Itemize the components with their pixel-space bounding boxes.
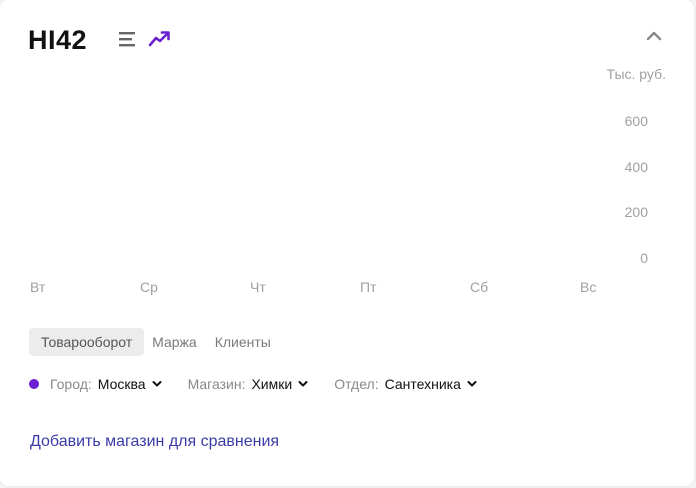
department-filter-value: Сантехника xyxy=(384,376,461,392)
logo: HI42 xyxy=(28,25,88,55)
sales-card: HI42 Тыс. руб. 600 400 200 0 Вт Ср Чт Пт Сб Вс Т… xyxy=(0,0,694,486)
tab-turnover[interactable]: Товарооборот xyxy=(29,328,145,356)
filters-row: Город: Москва Магазин: Химки Отдел: Сант… xyxy=(29,376,503,392)
list-icon[interactable] xyxy=(117,29,139,49)
add-store-comparison-link[interactable]: Добавить магазин для сравнения xyxy=(30,433,279,451)
chevron-up-icon[interactable] xyxy=(644,27,664,43)
store-filter-label: Магазин: xyxy=(187,376,246,392)
trend-icon[interactable] xyxy=(148,29,172,49)
x-tick-label: Сб xyxy=(470,279,489,295)
y-axis-unit-label: Тыс. руб. xyxy=(606,66,666,82)
chevron-down-icon xyxy=(467,381,477,387)
metric-tabs: Товарооборот Маржа Клиенты xyxy=(29,328,285,356)
tab-clients[interactable]: Клиенты xyxy=(211,328,275,356)
store-filter-value: Химки xyxy=(251,376,293,392)
city-filter-value: Москва xyxy=(97,376,146,392)
x-tick-label: Вс xyxy=(580,279,597,295)
y-tick-label: 400 xyxy=(624,158,648,175)
city-filter-label: Город: xyxy=(50,376,92,392)
x-tick-label: Чт xyxy=(250,279,266,295)
chevron-down-icon xyxy=(298,381,308,387)
department-filter-label: Отдел: xyxy=(334,376,379,392)
y-tick-label: 200 xyxy=(624,204,648,221)
store-filter[interactable]: Магазин: Химки xyxy=(188,376,309,392)
chevron-down-icon xyxy=(152,381,162,387)
department-filter[interactable]: Отдел: Сантехника xyxy=(334,376,477,392)
x-tick-label: Ср xyxy=(140,279,158,295)
series-color-dot xyxy=(29,379,39,389)
city-filter[interactable]: Город: Москва xyxy=(50,376,162,392)
y-tick-label: 0 xyxy=(640,250,648,266)
x-tick-label: Пт xyxy=(360,279,377,295)
tab-margin[interactable]: Маржа xyxy=(148,328,201,356)
y-tick-label: 600 xyxy=(624,113,648,129)
x-tick-label: Вт xyxy=(30,279,46,295)
